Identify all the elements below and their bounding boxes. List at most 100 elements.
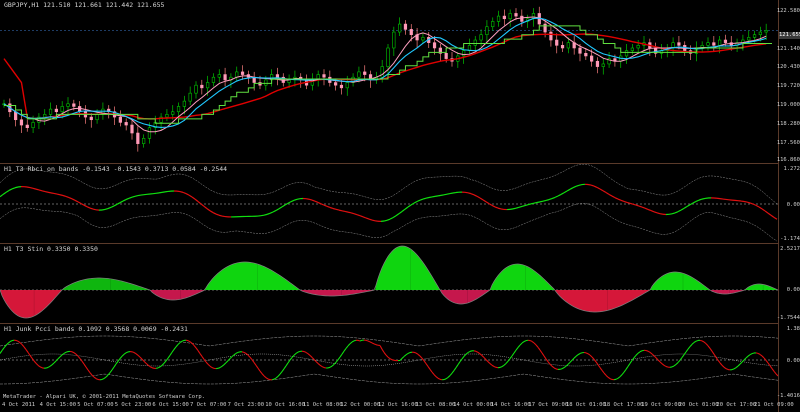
rbci-indicator[interactable] xyxy=(0,164,778,243)
pcci-line-segment xyxy=(511,352,515,357)
pcci-line-segment xyxy=(343,348,347,352)
pcci-line-segment xyxy=(517,344,521,348)
pcci-line-segment xyxy=(139,356,143,360)
candle-body xyxy=(566,42,570,49)
candle-body xyxy=(66,103,70,107)
pcci-line-segment xyxy=(21,344,25,348)
candle-body xyxy=(171,111,175,115)
rbci-line-segment xyxy=(650,210,655,213)
rbci-line-segment xyxy=(674,211,679,214)
rbci-line-segment xyxy=(131,195,136,198)
rbci-line-segment xyxy=(746,201,751,204)
rbci-line-segment xyxy=(773,216,778,220)
rbci-line-segment xyxy=(389,217,394,220)
pcci-line-segment xyxy=(349,341,353,345)
rbci-line-segment xyxy=(494,206,499,209)
rbci-line-segment xyxy=(491,204,496,208)
rbci-pane[interactable]: H1 T3 Rbci on bands -0.1543 -0.1543 0.37… xyxy=(0,164,778,243)
pcci-line-segment xyxy=(227,358,231,362)
stin-pane[interactable]: H1 T3 Stin 0.3350 0.3350 xyxy=(0,244,778,323)
pcci-line-segment xyxy=(477,351,481,355)
pcci-line-segment xyxy=(683,351,687,356)
rbci-line-segment xyxy=(218,214,223,217)
pcci-line-segment xyxy=(493,366,497,368)
rbci-line-segment xyxy=(56,193,61,196)
rbci-line-segment xyxy=(203,205,208,210)
pcci-line-segment xyxy=(91,374,95,378)
pcci-line-segment xyxy=(263,375,267,379)
pcci-line-segment xyxy=(621,371,625,376)
pcci-line-segment xyxy=(205,361,209,365)
pcci-line-segment xyxy=(487,361,491,364)
rbci-line-segment xyxy=(272,209,277,213)
rbci-line-segment xyxy=(626,201,631,204)
pcci-pane[interactable]: H1 Junk Pcci bands 0.1092 0.3568 0.0069 … xyxy=(0,324,778,402)
pcci-line-segment xyxy=(587,353,591,356)
rbci-line-segment xyxy=(692,200,697,204)
candle-body xyxy=(491,21,495,28)
candle-body xyxy=(677,42,681,46)
pcci-line-segment xyxy=(25,349,29,353)
time-tick: 18 Oct 01:00 xyxy=(566,402,606,408)
rbci-line-segment xyxy=(113,203,118,207)
pcci-line-segment xyxy=(573,355,577,359)
candle-body xyxy=(549,31,553,41)
main-chart-pane[interactable]: GBPJPY,H1 121.510 121.661 121.442 121.65… xyxy=(0,0,778,163)
rbci-line-segment xyxy=(338,209,343,212)
stin-histogram-area xyxy=(440,290,490,304)
candle-body xyxy=(485,26,489,35)
pcci-line-segment xyxy=(255,364,259,369)
pcci-line-segment xyxy=(241,351,245,353)
candle-body xyxy=(496,15,501,22)
pcci-line-segment xyxy=(53,360,57,364)
price-tick: 118.280 xyxy=(776,121,800,127)
pcci-line-segment xyxy=(321,366,325,369)
rbci-line-segment xyxy=(578,184,583,186)
rbci-line-segment xyxy=(392,215,397,219)
pcci-line-segment xyxy=(159,364,163,368)
pcci-line-segment xyxy=(339,353,343,358)
pcci-line-segment xyxy=(71,351,75,354)
time-tick: 12 Oct 16:00 xyxy=(378,402,418,408)
pcci-line-segment xyxy=(761,355,765,359)
pcci-line-segment xyxy=(739,361,743,365)
rbci-line-segment xyxy=(395,213,400,217)
pcci-line-segment xyxy=(443,378,447,381)
rbci-line-segment xyxy=(683,206,688,209)
rbci-line-segment xyxy=(599,188,604,192)
candle-body xyxy=(363,71,367,75)
pcci-line-segment xyxy=(223,362,227,366)
rbci-line-segment xyxy=(8,188,13,191)
pcci-line-segment xyxy=(327,366,331,369)
rbci-line-segment xyxy=(590,184,595,187)
pcci-line-segment xyxy=(421,357,425,362)
rbci-line-segment xyxy=(512,207,517,210)
rbci-line-segment xyxy=(407,204,412,208)
pcci-line-segment xyxy=(175,344,179,348)
price-chart[interactable] xyxy=(0,0,778,163)
stin-indicator[interactable] xyxy=(0,244,778,323)
pcci-line-segment xyxy=(749,353,753,356)
pcci-line-segment xyxy=(619,374,623,378)
candle-body xyxy=(19,119,24,126)
rbci-line-segment xyxy=(68,196,73,200)
rbci-line-segment xyxy=(182,191,187,195)
pcci-line-segment xyxy=(89,372,93,376)
pcci-line-segment xyxy=(615,377,619,380)
pcci-line-segment xyxy=(435,376,439,379)
pcci-line-segment xyxy=(769,365,773,369)
rbci-line-segment xyxy=(359,215,364,218)
pcci-indicator[interactable] xyxy=(0,324,778,402)
candle-body xyxy=(514,13,518,17)
candle-body xyxy=(706,42,710,46)
rbci-line-segment xyxy=(350,212,355,215)
rbci-line-segment xyxy=(749,202,754,205)
pcci-line-segment xyxy=(671,365,675,368)
pcci-line-segment xyxy=(115,360,119,365)
candle-body xyxy=(235,71,239,78)
pcci-line-segment xyxy=(113,363,117,368)
pcci-line-segment xyxy=(359,339,363,342)
pcci-line-segment xyxy=(735,365,739,369)
pcci-tick: -1.4016 xyxy=(776,393,800,399)
pcci-line-segment xyxy=(551,365,555,369)
